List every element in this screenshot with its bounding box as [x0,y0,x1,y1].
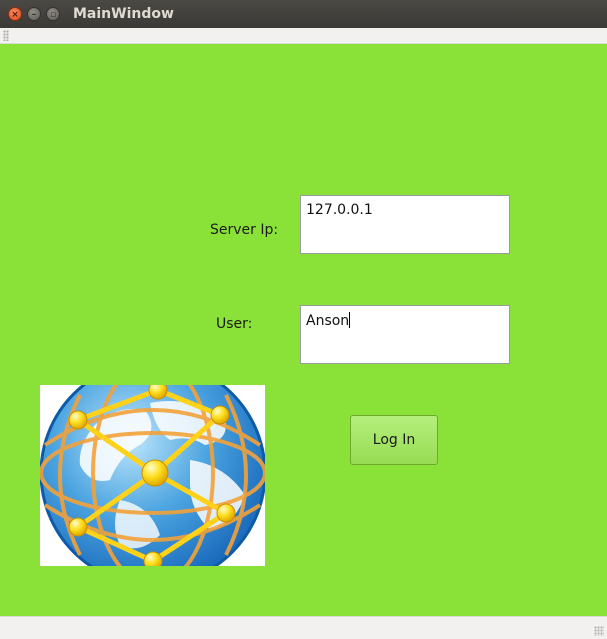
toolbar-grip-icon[interactable] [3,30,9,41]
close-icon[interactable]: × [8,7,22,21]
server-ip-label: Server Ip: [210,222,279,238]
menu-bar [0,28,607,44]
status-bar [0,616,607,639]
title-bar: × – ▫ MainWindow [0,0,607,28]
server-ip-value: 127.0.0.1 [306,202,373,218]
login-button[interactable]: Log In [350,415,438,465]
maximize-icon[interactable]: ▫ [46,7,60,21]
user-value: Anson [306,313,350,329]
resize-grip-icon[interactable] [594,626,604,636]
window-title: MainWindow [73,6,174,22]
server-ip-input[interactable]: 127.0.0.1 [300,195,510,254]
minimize-icon[interactable]: – [27,7,41,21]
globe-network-icon [40,385,265,566]
user-input[interactable]: Anson [300,305,510,364]
user-label: User: [216,316,253,332]
text-caret [349,312,351,328]
